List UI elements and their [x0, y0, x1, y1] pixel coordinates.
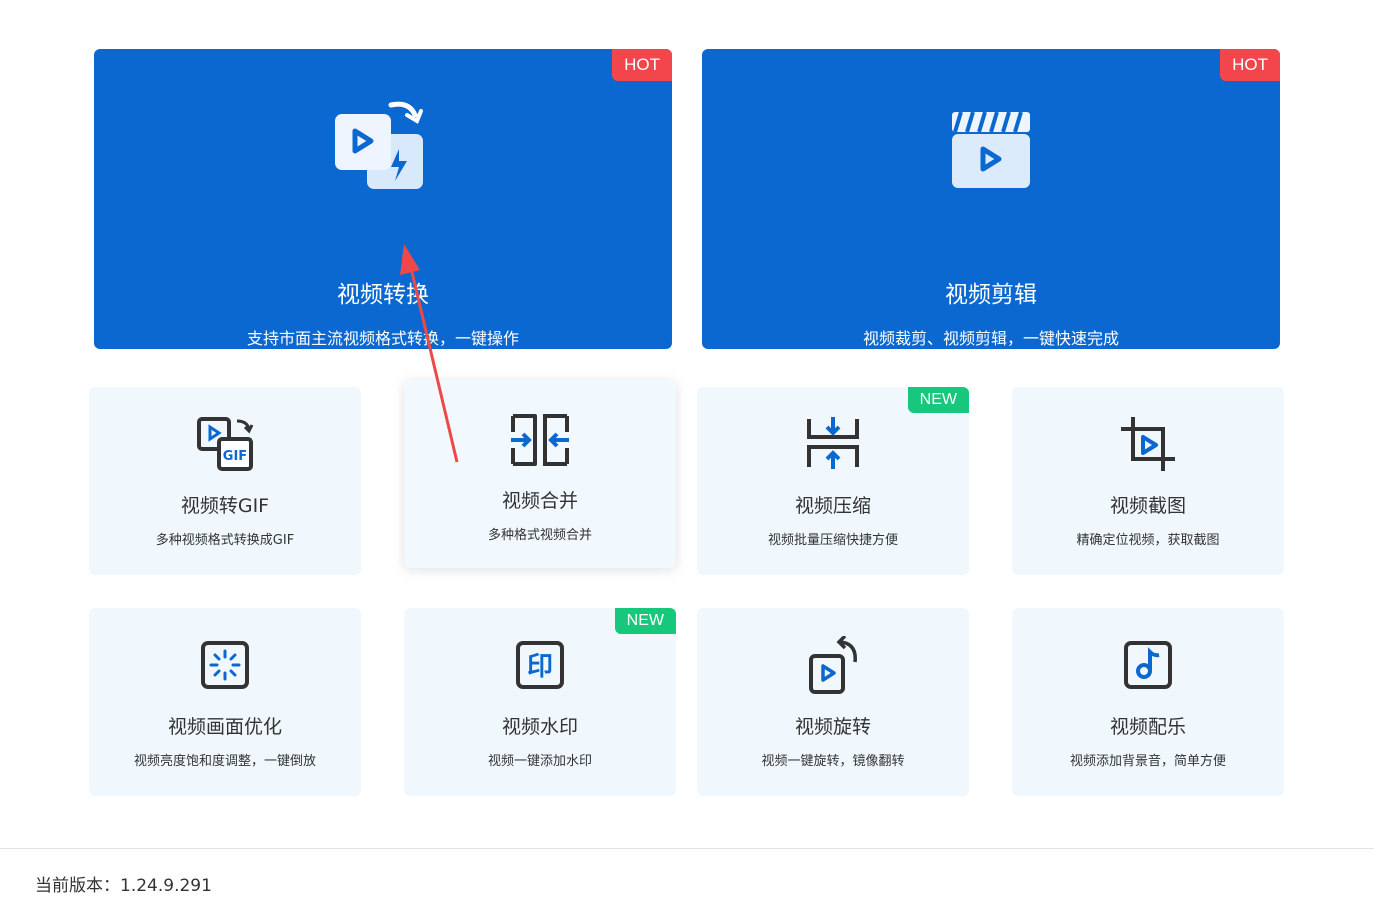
card-title: 视频画面优化	[167, 716, 282, 738]
card-title: 视频配乐	[1109, 716, 1186, 738]
tool-card-video-to-gif[interactable]: GIF 视频转GIF 多种视频格式转换成GIF	[89, 387, 361, 575]
video-edit-card[interactable]: HOT 视频剪辑 视频裁剪、视频剪辑，一键快速完成	[702, 49, 1280, 349]
video-convert-icon	[335, 101, 423, 189]
tool-card-music[interactable]: 视频配乐 视频添加背景音，简单方便	[1012, 608, 1284, 796]
card-desc: 支持市面主流视频格式转换，一键操作	[246, 329, 519, 348]
tool-card-merge[interactable]: 视频合并 多种格式视频合并	[404, 380, 676, 568]
crop-icon	[1121, 417, 1175, 471]
tool-card-rotate[interactable]: 视频旋转 视频一键旋转，镜像翻转	[697, 608, 969, 796]
merge-icon	[511, 414, 569, 466]
rotate-icon	[809, 636, 857, 694]
video-convert-card[interactable]: HOT 视频转换 支持市面主流视频格式转换，一键操作	[94, 49, 672, 349]
new-badge: NEW	[614, 608, 676, 634]
card-title: 视频转换	[337, 282, 429, 308]
music-icon	[1124, 641, 1172, 689]
tool-card-watermark[interactable]: NEW 印 视频水印 视频一键添加水印	[404, 608, 676, 796]
svg-text:GIF: GIF	[223, 449, 247, 464]
card-desc: 精确定位视频，获取截图	[1076, 533, 1220, 548]
card-desc: 多种格式视频合并	[487, 528, 592, 543]
card-desc: 视频批量压缩快捷方便	[767, 533, 898, 548]
card-desc: 视频亮度饱和度调整，一键倒放	[133, 754, 316, 769]
card-desc: 视频添加背景音，简单方便	[1069, 754, 1226, 769]
card-desc: 视频裁剪、视频剪辑，一键快速完成	[862, 329, 1119, 348]
tool-card-screenshot[interactable]: 视频截图 精确定位视频，获取截图	[1012, 387, 1284, 575]
new-badge: NEW	[907, 387, 969, 413]
card-title: 视频剪辑	[945, 282, 1037, 308]
card-desc: 视频一键旋转，镜像翻转	[761, 754, 905, 769]
card-title: 视频压缩	[794, 495, 871, 517]
version-label: 当前版本：1.24.9.291	[35, 876, 212, 896]
card-title: 视频截图	[1109, 495, 1186, 517]
clapperboard-icon	[952, 111, 1030, 188]
card-desc: 视频一键添加水印	[487, 754, 592, 769]
hot-badge: HOT	[612, 49, 672, 81]
card-title: 视频转GIF	[180, 495, 270, 517]
tool-card-enhance[interactable]: 视频画面优化 视频亮度饱和度调整，一键倒放	[89, 608, 361, 796]
card-title: 视频旋转	[794, 716, 871, 738]
svg-text:印: 印	[527, 652, 553, 682]
enhance-icon	[201, 641, 249, 689]
card-title: 视频水印	[501, 716, 578, 738]
watermark-icon: 印	[516, 641, 564, 689]
video-to-gif-icon: GIF	[197, 417, 254, 471]
hot-badge: HOT	[1220, 49, 1280, 81]
card-desc: 多种视频格式转换成GIF	[155, 533, 295, 548]
tool-card-compress[interactable]: NEW 视频压缩 视频批量压缩快捷方便	[697, 387, 969, 575]
card-title: 视频合并	[501, 490, 578, 512]
footer-divider	[0, 848, 1374, 849]
compress-icon	[807, 417, 859, 469]
